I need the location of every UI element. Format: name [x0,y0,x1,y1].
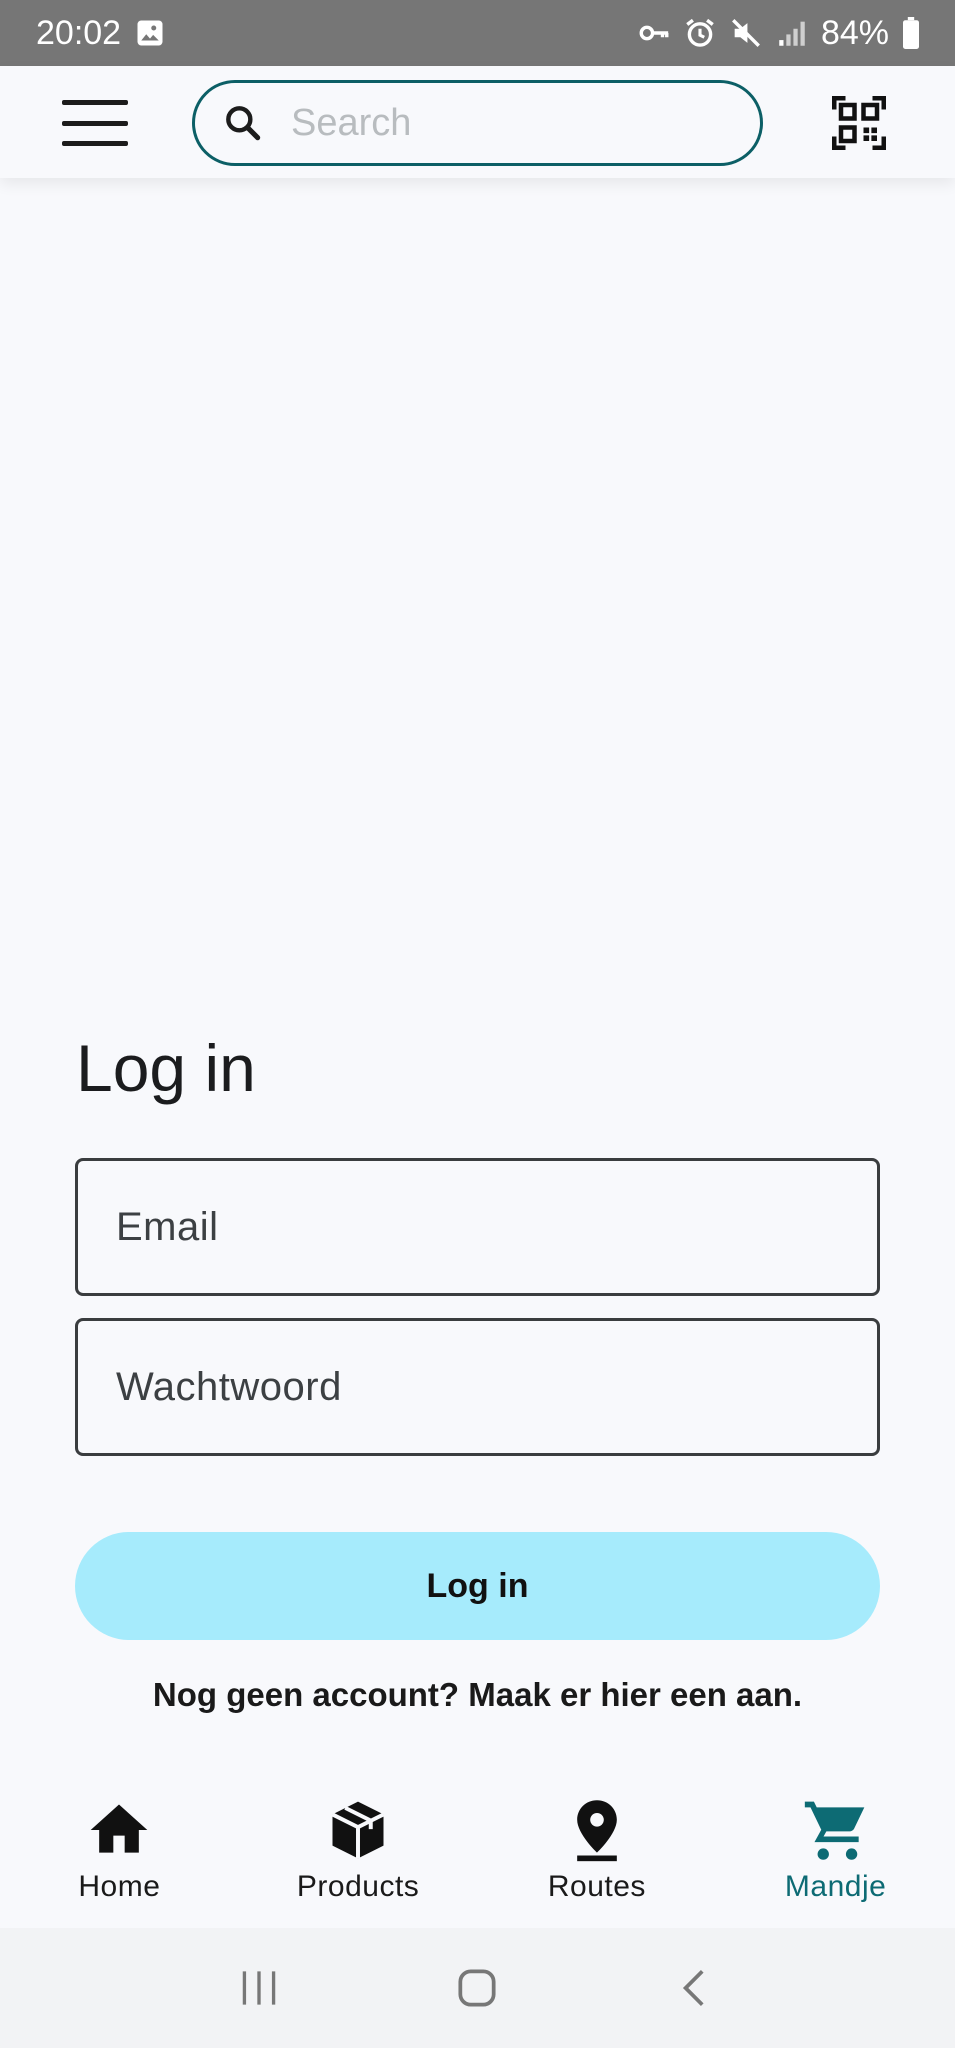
status-bar: 20:02 84% [0,0,955,66]
status-left: 20:02 [36,14,165,53]
home-icon [91,1804,148,1853]
menu-icon[interactable] [58,96,132,150]
nav-item-products[interactable]: Products [239,1782,478,1928]
signal-icon [779,21,805,46]
nav-item-routes[interactable]: Routes [478,1782,717,1928]
status-right: 84% [637,14,921,53]
email-input[interactable] [116,1204,836,1250]
menu-line [62,100,128,105]
mute-icon [731,19,760,47]
nav-label-routes: Routes [547,1870,646,1903]
nav-item-home[interactable]: Home [0,1782,239,1928]
page-title: Log in [76,1031,256,1105]
back-icon [682,1970,704,2006]
back-button[interactable] [666,1958,726,2018]
nav-label-products: Products [296,1870,420,1903]
package-icon [331,1801,385,1859]
menu-line [62,141,128,146]
top-app-bar [0,66,955,178]
nav-label-home: Home [78,1870,161,1903]
home-button[interactable] [447,1958,507,2018]
nav-label-mandje: Mandje [784,1870,887,1903]
bottom-navigation: Home Products Routes Mandje [0,1782,955,1928]
vpn-key-icon [639,25,669,41]
password-field[interactable] [75,1318,880,1456]
login-button[interactable]: Log in [75,1532,880,1640]
home-circle-icon [458,1969,497,2007]
alarm-icon [686,18,714,47]
recents-button[interactable] [229,1958,289,2018]
qr-code-icon[interactable] [832,96,886,150]
system-navigation-bar [0,1928,955,2048]
battery-percent: 84% [820,13,889,52]
password-input[interactable] [116,1364,836,1410]
cart-icon [804,1801,864,1860]
search-icon [226,106,261,141]
image-icon [137,20,163,46]
status-time: 20:02 [36,13,122,52]
recents-icon [242,1971,276,2005]
battery-icon [903,17,919,49]
search-input[interactable] [291,101,731,145]
location-pin-icon [577,1800,617,1862]
register-link[interactable]: Nog geen account? Maak er hier een aan. [0,1676,955,1714]
email-field[interactable] [75,1158,880,1296]
menu-line [62,120,128,126]
search-bar[interactable] [192,80,763,166]
nav-item-mandje[interactable]: Mandje [716,1782,955,1928]
